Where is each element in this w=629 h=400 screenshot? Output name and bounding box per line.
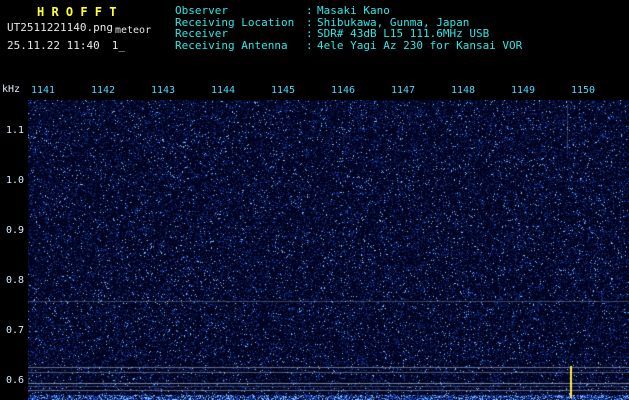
x-tick: 1141 <box>31 85 55 96</box>
spectrogram-canvas <box>28 100 629 400</box>
output-filename: UT2511221140.png <box>7 21 113 34</box>
datetime-text: 25.11.22 11:40 <box>7 39 100 52</box>
info-colon: : <box>306 40 317 52</box>
observer-info: Observer : Masaki Kano Receiving Locatio… <box>175 5 522 51</box>
info-label: Receiving Antenna <box>175 40 306 52</box>
y-tick: 0.9 <box>4 225 24 236</box>
y-tick: 0.6 <box>4 375 24 386</box>
x-tick: 1144 <box>211 85 235 96</box>
info-label: Receiver <box>175 28 306 40</box>
x-tick: 1142 <box>91 85 115 96</box>
mode-label: meteor <box>115 25 151 36</box>
info-colon: : <box>306 5 317 17</box>
info-colon: : <box>306 28 317 40</box>
x-tick: 1147 <box>391 85 415 96</box>
x-tick: 1150 <box>571 85 595 96</box>
y-tick: 0.7 <box>4 325 24 336</box>
info-row-receiver: Receiver : SDR# 43dB L15 111.6MHz USB <box>175 28 522 40</box>
info-row-observer: Observer : Masaki Kano <box>175 5 522 17</box>
app-title: H R O F F T <box>37 5 116 19</box>
info-value: 4ele Yagi Az 230 for Kansai VOR <box>317 40 522 52</box>
info-value: SDR# 43dB L15 111.6MHz USB <box>317 28 489 40</box>
info-label: Observer <box>175 5 306 17</box>
y-tick: 0.8 <box>4 275 24 286</box>
x-tick: 1148 <box>451 85 475 96</box>
hrofft-screen: H R O F F T UT2511221140.png meteor 25.11… <box>0 0 629 400</box>
info-row-antenna: Receiving Antenna : 4ele Yagi Az 230 for… <box>175 40 522 52</box>
file-row: UT2511221140.png meteor <box>7 21 151 34</box>
x-tick: 1146 <box>331 85 355 96</box>
spectrogram: kHz 1.1 1.0 0.9 0.8 0.7 0.6 1141 1142 11… <box>0 82 629 400</box>
y-axis-unit: kHz <box>2 84 20 95</box>
y-tick: 1.1 <box>4 125 24 136</box>
date-row: 25.11.22 11:40 1_ <box>7 39 125 52</box>
info-value: Masaki Kano <box>317 5 390 17</box>
counter-text: 1_ <box>112 39 125 52</box>
x-tick: 1143 <box>151 85 175 96</box>
y-tick: 1.0 <box>4 175 24 186</box>
x-tick: 1149 <box>511 85 535 96</box>
info-label: Receiving Location <box>175 17 306 29</box>
x-tick: 1145 <box>271 85 295 96</box>
